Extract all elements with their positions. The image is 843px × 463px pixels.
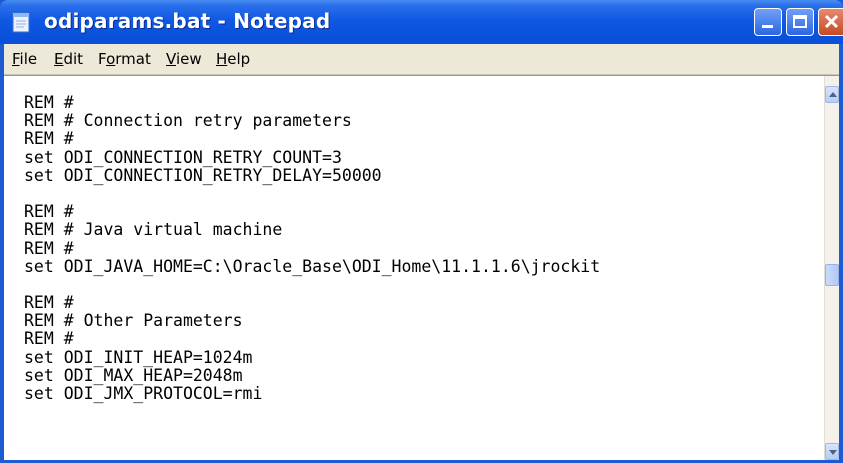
editor-line: REM # — [24, 202, 74, 222]
menu-file[interactable]: File — [12, 50, 37, 68]
close-icon — [824, 14, 839, 29]
editor-line: set ODI_INIT_HEAP=1024m — [24, 347, 253, 367]
notepad-window: odiparams.bat - Notepad File Edit Format… — [0, 0, 843, 463]
editor-line: set ODI_JAVA_HOME=C:\Oracle_Base\ODI_Hom… — [24, 256, 601, 276]
editor-line: REM # — [24, 93, 74, 112]
maximize-button[interactable] — [786, 8, 814, 36]
scroll-down-button[interactable] — [825, 443, 839, 460]
menu-view[interactable]: View — [166, 50, 202, 68]
scrollbar-thumb[interactable] — [825, 264, 839, 286]
editor-line: set ODI_MAX_HEAP=2048m — [24, 365, 243, 385]
editor-line: set ODI_CONNECTION_RETRY_COUNT=3 — [24, 147, 342, 167]
menu-bar: File Edit Format View Help — [4, 44, 839, 75]
chevron-down-icon — [829, 450, 837, 455]
notepad-icon — [12, 12, 30, 33]
scroll-up-button[interactable] — [825, 86, 839, 103]
editor-text[interactable]: REM # REM # Connection retry parameters RE… — [24, 93, 601, 403]
editor-line: REM # — [24, 329, 74, 349]
maximize-icon — [793, 15, 807, 28]
editor-line: REM # — [24, 129, 74, 149]
minimize-button[interactable] — [754, 8, 782, 36]
editor-line: set ODI_JMX_PROTOCOL=rmi — [24, 384, 263, 403]
editor-line: REM # Java virtual machine — [24, 220, 283, 240]
menu-help[interactable]: Help — [216, 50, 250, 68]
menu-edit[interactable]: Edit — [54, 50, 83, 68]
window-title: odiparams.bat - Notepad — [44, 9, 331, 33]
chevron-up-icon — [829, 92, 837, 97]
editor-line: REM # — [24, 238, 74, 258]
editor-line: set ODI_CONNECTION_RETRY_DELAY=50000 — [24, 165, 382, 185]
menu-format[interactable]: Format — [98, 50, 151, 68]
title-bar[interactable]: odiparams.bat - Notepad — [0, 0, 843, 44]
text-editor[interactable]: REM # REM # Connection retry parameters RE… — [4, 75, 839, 460]
editor-line: REM # — [24, 293, 74, 313]
editor-line: REM # Other Parameters — [24, 311, 243, 331]
close-button[interactable] — [818, 8, 843, 36]
vertical-scrollbar[interactable] — [824, 76, 839, 460]
editor-line: REM # Connection retry parameters — [24, 111, 352, 131]
minimize-icon — [762, 25, 773, 28]
